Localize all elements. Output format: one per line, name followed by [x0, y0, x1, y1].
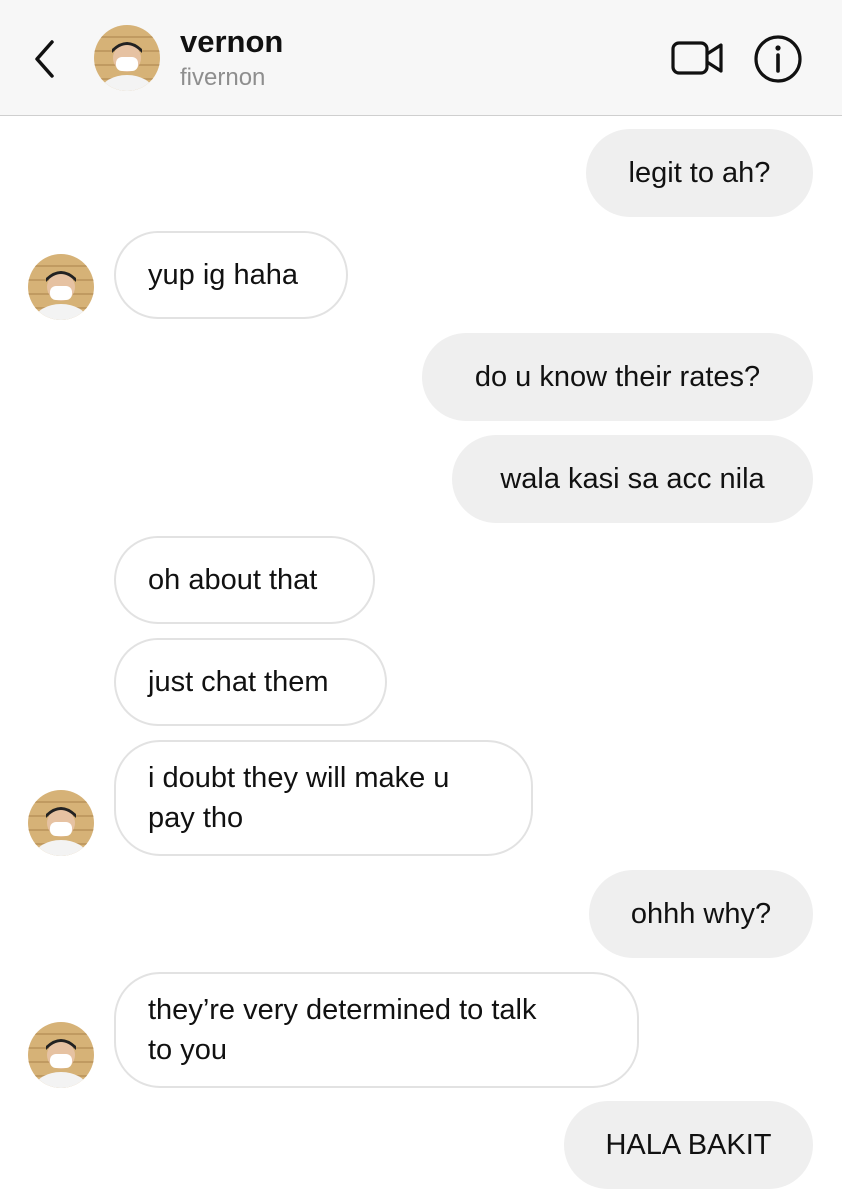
message-bubble-sent[interactable]: wala kasi sa acc nila — [452, 435, 813, 523]
info-button[interactable] — [752, 33, 804, 85]
avatar[interactable] — [28, 254, 94, 320]
message-bubble-sent[interactable]: legit to ah? — [586, 129, 813, 217]
message-bubble-received[interactable]: they’re very determined to talk to you — [114, 972, 639, 1088]
avatar[interactable] — [94, 25, 160, 91]
message-bubble-sent[interactable]: do u know their rates? — [422, 333, 813, 421]
avatar[interactable] — [28, 1022, 94, 1088]
message-bubble-received[interactable]: i doubt they will make u pay tho — [114, 740, 533, 856]
message-bubble-sent[interactable]: HALA BAKIT — [564, 1101, 813, 1189]
message-bubble-received[interactable]: just chat them — [114, 638, 387, 726]
avatar[interactable] — [28, 790, 94, 856]
back-button[interactable] — [28, 36, 64, 82]
video-camera-icon — [671, 41, 723, 75]
message-bubble-sent[interactable]: ohhh why? — [589, 870, 813, 958]
message-bubble-received[interactable]: yup ig haha — [114, 231, 348, 319]
page-title: vernon — [180, 24, 284, 59]
chevron-left-icon — [35, 40, 54, 78]
info-icon — [754, 35, 802, 83]
video-call-button[interactable] — [670, 36, 726, 80]
username-label: fivernon — [180, 64, 266, 91]
chat-header: vernon fivernon — [0, 0, 842, 116]
message-bubble-received[interactable]: oh about that — [114, 536, 375, 624]
